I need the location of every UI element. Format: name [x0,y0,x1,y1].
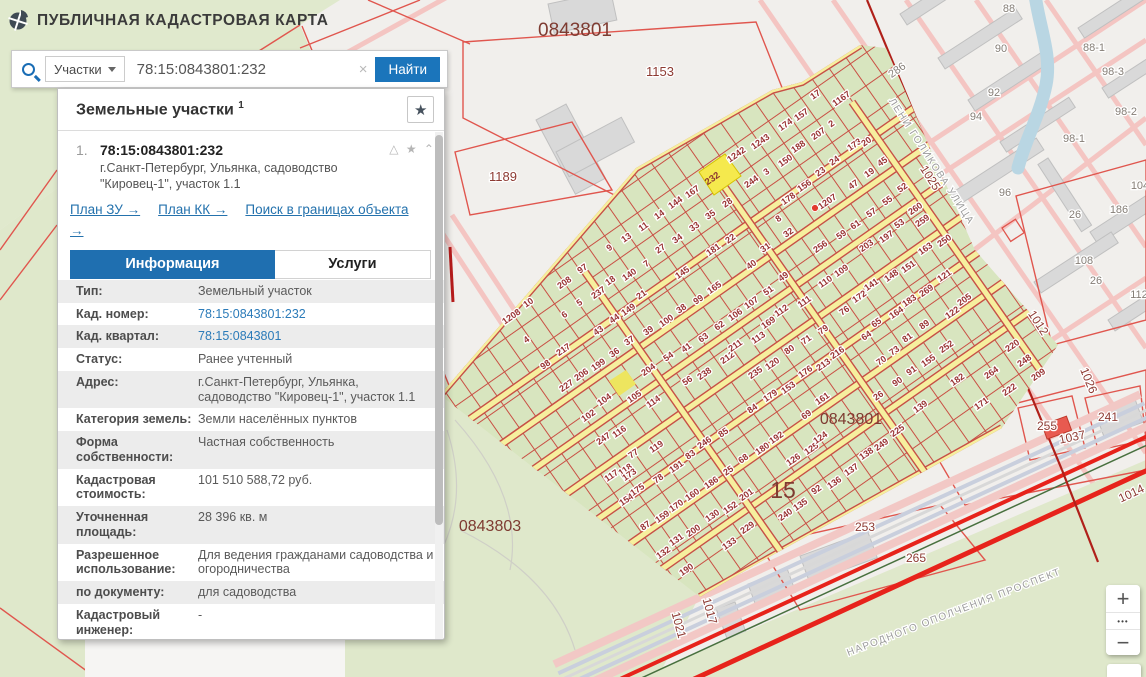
quarter-number-label: 0843801 [538,20,612,41]
quarter-number-label: 0843803 [459,518,521,535]
search-button[interactable]: Найти [375,57,440,82]
clear-search-icon[interactable]: × [359,61,368,78]
map-area-label: 26 [1069,209,1081,221]
info-row-label: Адрес: [76,375,198,405]
map-area-label: 186 [1110,204,1128,216]
info-row-value: - [198,608,434,638]
map-area-label: 90 [995,43,1007,55]
info-row: Уточненная площадь:28 396 кв. м [58,506,444,544]
info-row: Тип:Земельный участок [58,280,444,303]
result-links: План ЗУ →План КК →Поиск в границах объек… [58,192,444,248]
info-table: Тип:Земельный участокКад. номер:78:15:08… [58,280,444,640]
map-area-label: 88 [1003,3,1015,15]
panel-scrollbar[interactable] [435,132,443,640]
map-area-label: 96 [999,187,1011,199]
zoom-in-button[interactable]: + [1106,585,1140,613]
info-row: Форма собственности:Частная собственност… [58,431,444,469]
result-link[interactable]: План ЗУ → [70,202,140,217]
zoom-out-button[interactable]: − [1106,630,1140,655]
map-zoom-control: + ••• − [1106,585,1140,655]
chevron-down-icon [108,67,116,72]
app-header: ПУБЛИЧНАЯ КАДАСТРОВАЯ КАРТА [8,10,329,31]
search-icon [22,63,35,76]
panel-body: 1. 78:15:0843801:232 △ ★ ⌃ г.Санкт-Петер… [58,131,444,640]
panel-title-superscript: 1 [238,100,244,111]
info-row-label: Статус: [76,352,198,367]
search-category-dropdown[interactable]: Участки [45,56,125,82]
search-bar: Участки × Найти [11,50,448,88]
map-area-label: 104 [1131,180,1146,192]
info-row-value: Частная собственность [198,435,434,465]
info-row: по документу:для садоводства [58,581,444,604]
tab-services[interactable]: Услуги [275,250,431,279]
panel-header: Земельные участки 1 ★ [58,89,444,131]
panel-scrollbar-thumb[interactable] [435,135,443,525]
result-action-icons[interactable]: △ ★ ⌃ [389,142,436,158]
info-row: Кад. номер:78:15:0843801:232 [58,303,444,326]
map-area-label: 112 [1130,289,1146,301]
map-area-label: 94 [970,111,982,123]
result-address: г.Санкт-Петербург, Ульянка, садоводство … [58,158,444,192]
result-index: 1. [76,142,100,158]
map-area-label: 253 [855,520,875,534]
quarter-number-label: 15 [770,477,796,503]
map-area-label: 26 [1090,275,1102,287]
info-row-label: Кадастровая стоимость: [76,473,198,503]
info-row-label: Тип: [76,284,198,299]
result-item-header[interactable]: 1. 78:15:0843801:232 △ ★ ⌃ [58,131,444,158]
map-area-label: 255 [1037,419,1057,433]
results-panel: Земельные участки 1 ★ 1. 78:15:0843801:2… [57,88,445,640]
info-row: Кадастровая стоимость:101 510 588,72 руб… [58,469,444,507]
info-row-label: Кад. номер: [76,307,198,322]
info-row-value-link[interactable]: 78:15:0843801:232 [198,307,434,322]
info-row-value: 28 396 кв. м [198,510,434,540]
zoom-options-button[interactable]: ••• [1106,613,1140,630]
result-cadnumber: 78:15:0843801:232 [100,142,389,158]
app-title: ПУБЛИЧНАЯ КАДАСТРОВАЯ КАРТА [37,12,329,30]
map-area-label: 88-1 [1083,42,1105,54]
info-row: Кадастровый инженер:- [58,604,444,640]
map-area-label: 98-1 [1063,133,1085,145]
info-row-value: для садоводства [198,585,434,600]
info-row: Категория земель:Земли населённых пункто… [58,408,444,431]
map-area-label: 98-3 [1102,66,1124,78]
tabs: Информация Услуги [70,250,431,279]
info-row-label: по документу: [76,585,198,600]
map-area-label: 108 [1075,255,1093,267]
panel-title: Земельные участки 1 [76,100,407,119]
info-row-label: Категория земель: [76,412,198,427]
map-area-label: 1153 [646,64,674,79]
quarter-number-label: 0843801 [820,411,882,428]
map-area-label: 98-2 [1115,106,1137,118]
search-input[interactable] [135,60,351,79]
info-row-value: Ранее учтенный [198,352,434,367]
map-area-label: 92 [988,87,1000,99]
map-corner-control[interactable] [1107,664,1141,677]
info-row: Кад. квартал:78:15:0843801 [58,325,444,348]
app: 9131114144167273433352871401897208237561… [0,0,1146,677]
rosreestr-logo-icon [8,10,29,31]
info-row: Разрешенное использование:Для ведения гр… [58,544,444,582]
info-row-label: Разрешенное использование: [76,548,198,578]
favorite-star-button[interactable]: ★ [407,96,434,123]
info-row-value: Земли населённых пунктов [198,412,434,427]
info-row-value: Для ведения гражданами садоводства и ого… [198,548,434,578]
map-area-label: 1189 [489,169,517,184]
result-link[interactable]: План КК → [158,202,227,217]
search-category-label: Участки [54,62,102,77]
info-row-value: г.Санкт-Петербург, Ульянка, садоводство … [198,375,434,405]
info-row-label: Кад. квартал: [76,329,198,344]
info-row: Статус:Ранее учтенный [58,348,444,371]
info-row-label: Уточненная площадь: [76,510,198,540]
map-area-label: 265 [906,551,926,565]
tab-information[interactable]: Информация [70,250,275,279]
info-row-value: Земельный участок [198,284,434,299]
info-row-label: Кадастровый инженер: [76,608,198,638]
info-row-label: Форма собственности: [76,435,198,465]
info-row-value-link[interactable]: 78:15:0843801 [198,329,434,344]
info-row-value: 101 510 588,72 руб. [198,473,434,503]
info-row: Адрес:г.Санкт-Петербург, Ульянка, садово… [58,371,444,409]
map-area-label: 241 [1098,410,1118,424]
